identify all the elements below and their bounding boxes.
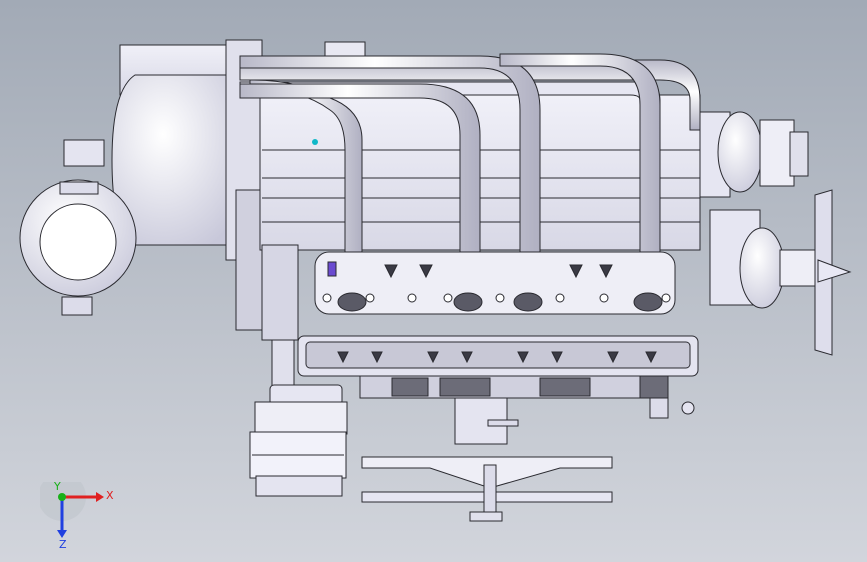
- cad-viewport[interactable]: X Y Z: [0, 0, 867, 562]
- y-axis-dot: [58, 493, 66, 501]
- exhaust-flange: [314, 251, 676, 315]
- fan-hub: [709, 189, 852, 356]
- z-axis-head: [57, 530, 67, 538]
- engine-assembly-model[interactable]: [0, 0, 867, 562]
- y-axis-label: Y: [53, 482, 61, 493]
- axis-triad: X Y Z: [40, 482, 114, 551]
- x-axis-label: X: [106, 489, 114, 502]
- water-pump: [699, 111, 809, 198]
- x-axis-head: [96, 492, 104, 502]
- z-axis-label: Z: [59, 538, 67, 551]
- crank-pulley: [361, 397, 613, 522]
